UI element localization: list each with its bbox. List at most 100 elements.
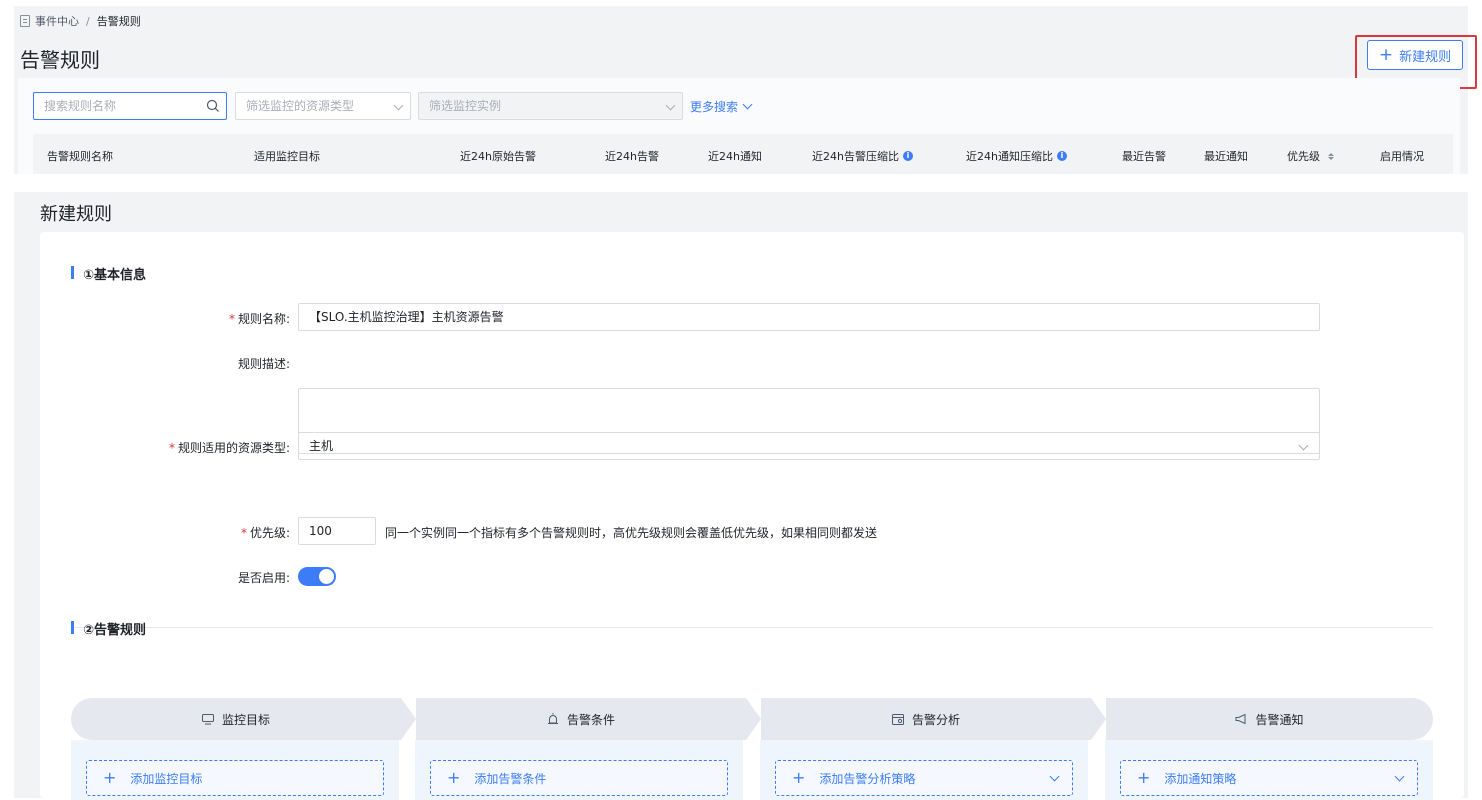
column-header-last-notify: 最近通知	[1204, 150, 1248, 163]
step-label: 监控目标	[221, 712, 270, 727]
required-mark: *	[228, 312, 235, 326]
add-label: 添加告警分析策略	[819, 771, 916, 786]
rule-name-label-text: 规则名称:	[237, 312, 290, 326]
add-analysis-strategy-button[interactable]: + 添加告警分析策略	[775, 760, 1073, 796]
step-label: 告警条件	[566, 712, 615, 727]
search-input[interactable]	[34, 93, 194, 119]
rule-list-panel: 事件中心 / 告警规则 告警规则 + 新建规则 筛选监控的资源类型 筛选监控实例…	[14, 6, 1477, 174]
rule-name-field[interactable]: 【SLO.主机监控治理】主机资源告警	[298, 303, 1320, 331]
plus-icon: +	[1137, 768, 1151, 787]
column-alert-condition: + 添加告警条件	[415, 740, 743, 800]
required-mark: *	[168, 441, 175, 455]
alert-rule-steps: 监控目标 告警条件 告警分析 告警通知	[71, 698, 1433, 740]
chevron-down-icon[interactable]	[1049, 771, 1060, 782]
info-icon[interactable]: i	[1056, 151, 1067, 161]
search-box[interactable]	[33, 92, 227, 120]
enable-label: 是否启用:	[237, 571, 290, 585]
calendar-icon	[891, 714, 904, 725]
column-header-raw-alerts: 近24h原始告警	[460, 150, 536, 163]
chevron-down-icon	[742, 99, 753, 110]
resource-type-filter-placeholder: 筛选监控的资源类型	[246, 99, 355, 113]
step-monitor-target[interactable]: 监控目标	[71, 698, 401, 740]
column-header-enabled: 启用情况	[1380, 150, 1424, 163]
step-arrow	[401, 698, 416, 740]
more-search-label: 更多搜索	[690, 100, 739, 114]
column-alert-notify: + 添加通知策略	[1105, 740, 1433, 800]
step-arrow	[746, 698, 761, 740]
priority-label: * 优先级:	[90, 524, 290, 541]
column-header-rule-name: 告警规则名称	[47, 150, 113, 163]
chevron-down-icon[interactable]	[1394, 771, 1405, 782]
column-header-alerts: 近24h告警	[605, 150, 659, 163]
document-icon	[20, 15, 30, 27]
resource-type-select[interactable]: 主机	[298, 432, 1320, 460]
rule-desc-label: 规则描述:	[237, 357, 290, 371]
column-header-monitor-target: 适用监控目标	[254, 150, 320, 163]
chevron-down-icon	[393, 100, 404, 111]
add-label: 添加监控目标	[130, 771, 203, 786]
section-alert-rules: ②告警规则	[71, 619, 146, 638]
alert-rule-columns: + 添加监控目标 + 添加告警条件 + 添加告警分析策略 + 添加通知策略	[71, 740, 1433, 800]
resource-type-label-text: 规则适用的资源类型:	[177, 441, 290, 455]
step-alert-notify[interactable]: 告警通知	[1106, 698, 1433, 740]
breadcrumb-current: 告警规则	[96, 15, 141, 28]
add-label: 添加通知策略	[1164, 771, 1237, 786]
new-rule-button[interactable]: + 新建规则	[1367, 40, 1463, 70]
more-search-link[interactable]: 更多搜索	[690, 98, 753, 115]
priority-header-label: 优先级	[1287, 150, 1320, 163]
breadcrumb: 事件中心 / 告警规则	[20, 13, 141, 29]
rule-name-label: * 规则名称:	[90, 310, 290, 327]
add-monitor-target-button[interactable]: + 添加监控目标	[86, 760, 384, 796]
column-header-alert-compression: 近24h告警压缩比 i	[812, 148, 913, 164]
enable-toggle[interactable]	[298, 567, 336, 586]
plus-icon: +	[1378, 44, 1394, 65]
add-label: 添加告警条件	[474, 771, 547, 786]
plus-icon: +	[792, 768, 806, 787]
column-header-notifications: 近24h通知	[708, 150, 762, 163]
resource-type-label: * 规则适用的资源类型:	[90, 439, 290, 456]
section-divider	[71, 627, 1433, 628]
plus-icon: +	[447, 768, 461, 787]
search-icon[interactable]	[206, 99, 220, 113]
add-notify-strategy-button[interactable]: + 添加通知策略	[1120, 760, 1418, 796]
chevron-down-icon	[665, 100, 676, 111]
form-title: 新建规则	[40, 204, 112, 225]
resource-type-filter[interactable]: 筛选监控的资源类型	[235, 92, 411, 120]
page-title: 告警规则	[20, 48, 100, 72]
step-alert-analysis[interactable]: 告警分析	[761, 698, 1091, 740]
megaphone-icon	[1235, 713, 1246, 725]
step-alert-condition[interactable]: 告警条件	[416, 698, 746, 740]
add-alert-condition-button[interactable]: + 添加告警条件	[430, 760, 728, 796]
form-card: ①基本信息 * 规则名称: 【SLO.主机监控治理】主机资源告警 规则描述: * 规…	[40, 232, 1464, 800]
sort-icon[interactable]	[1328, 152, 1334, 160]
instance-filter[interactable]: 筛选监控实例	[418, 92, 683, 120]
monitor-icon	[201, 713, 214, 724]
alarm-icon	[547, 713, 558, 724]
column-alert-analysis: + 添加告警分析策略	[760, 740, 1088, 800]
required-mark: *	[240, 526, 247, 540]
breadcrumb-parent[interactable]: 事件中心	[35, 13, 79, 29]
new-rule-panel: 新建规则 ①基本信息 * 规则名称: 【SLO.主机监控治理】主机资源告警 规则描…	[14, 192, 1468, 800]
column-monitor-target: + 添加监控目标	[71, 740, 399, 800]
step-arrow	[1091, 698, 1106, 740]
chevron-down-icon	[1298, 440, 1309, 451]
breadcrumb-separator: /	[86, 14, 90, 28]
instance-filter-placeholder: 筛选监控实例	[429, 99, 502, 113]
plus-icon: +	[103, 768, 117, 787]
info-icon[interactable]: i	[902, 151, 913, 161]
step-label: 告警分析	[911, 712, 960, 727]
step-label: 告警通知	[1255, 712, 1304, 727]
new-rule-button-label: 新建规则	[1399, 49, 1452, 65]
notify-compression-label: 近24h通知压缩比	[966, 150, 1053, 163]
section-basic-info: ①基本信息	[71, 264, 146, 283]
priority-label-text: 优先级:	[249, 526, 290, 540]
rule-list-card: 筛选监控的资源类型 筛选监控实例 更多搜索 告警规则名称 适用监控目标 近24h…	[18, 78, 1460, 174]
toggle-knob	[319, 569, 334, 584]
priority-hint: 同一个实例同一个指标有多个告警规则时，高优先级规则会覆盖低优先级，如果相同则都发…	[385, 526, 878, 540]
resource-type-value: 主机	[309, 439, 334, 453]
alert-compression-label: 近24h告警压缩比	[812, 150, 899, 163]
table-header: 告警规则名称 适用监控目标 近24h原始告警 近24h告警 近24h通知 近24…	[33, 134, 1453, 174]
column-header-last-alert: 最近告警	[1122, 150, 1166, 163]
priority-field[interactable]: 100	[298, 517, 376, 545]
column-header-priority[interactable]: 优先级	[1287, 148, 1334, 164]
